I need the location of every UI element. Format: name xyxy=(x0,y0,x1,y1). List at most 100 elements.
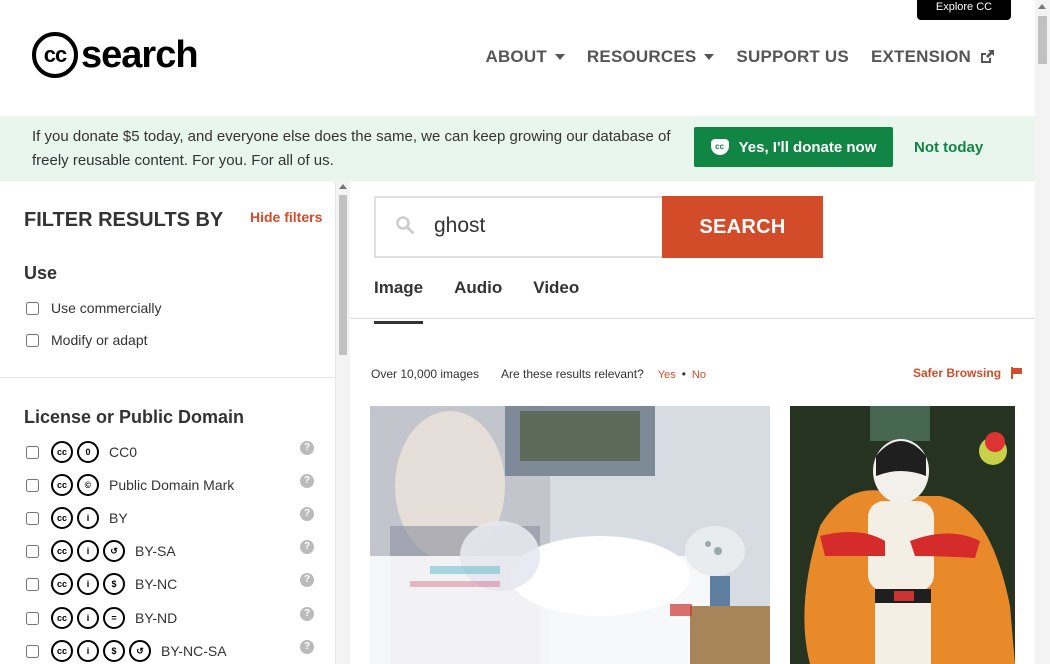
cc-icon: cc xyxy=(51,640,73,662)
checkbox[interactable] xyxy=(26,478,39,492)
results-count: Over 10,000 images xyxy=(371,367,480,381)
license-section-title: License or Public Domain xyxy=(24,407,245,427)
section-divider xyxy=(0,377,336,378)
filter-license-cc0[interactable]: cc 0 CC0 xyxy=(24,441,137,463)
filter-use-commercially[interactable]: Use commercially xyxy=(24,300,161,316)
zero-icon: 0 xyxy=(77,441,99,463)
license-icons: cc i $ ↺ xyxy=(51,640,151,662)
external-link-icon xyxy=(981,50,994,63)
search-button[interactable]: SEARCH xyxy=(662,196,823,258)
checkbox[interactable] xyxy=(26,644,39,658)
checkbox[interactable] xyxy=(26,544,39,558)
attribution-icon: i xyxy=(77,640,99,662)
license-icons: cc i = xyxy=(51,607,125,629)
filter-label: BY xyxy=(109,510,128,526)
nav-about[interactable]: ABOUT xyxy=(485,47,565,67)
relevance-separator: • xyxy=(681,367,686,381)
hide-filters-link[interactable]: Hide filters xyxy=(250,209,322,225)
no-derivatives-icon: = xyxy=(103,607,125,629)
use-section-title: Use xyxy=(24,263,58,283)
filter-modify-adapt[interactable]: Modify or adapt xyxy=(24,332,148,348)
main-nav: ABOUT RESOURCES SUPPORT US EXTENSION xyxy=(485,47,995,67)
nav-support-us-label: SUPPORT US xyxy=(736,47,849,66)
license-icons: cc i xyxy=(51,507,99,529)
nav-extension[interactable]: EXTENSION xyxy=(871,47,995,67)
checkbox[interactable] xyxy=(26,445,39,459)
scroll-up-arrow-icon[interactable] xyxy=(339,184,347,189)
search-icon xyxy=(396,216,414,234)
help-icon[interactable]: ? xyxy=(300,540,314,554)
filter-license-by-nd[interactable]: cc i = BY-ND xyxy=(24,607,177,629)
filter-license-by-nc-sa[interactable]: cc i $ ↺ BY-NC-SA xyxy=(24,640,227,662)
share-alike-icon: ↺ xyxy=(103,540,125,562)
checkbox[interactable] xyxy=(26,301,39,315)
result-image[interactable] xyxy=(790,406,1015,664)
help-icon[interactable]: ? xyxy=(300,474,314,488)
heart-icon: cc xyxy=(710,139,729,155)
relevance-yes-link[interactable]: Yes xyxy=(658,369,676,381)
donate-button-label: Yes, I'll donate now xyxy=(738,138,877,156)
nav-resources-label: RESOURCES xyxy=(586,47,697,66)
filter-license-pdm[interactable]: cc © Public Domain Mark xyxy=(24,474,234,496)
help-icon[interactable]: ? xyxy=(300,640,314,654)
nav-about-label: ABOUT xyxy=(485,47,547,66)
filter-license-by-sa[interactable]: cc i ↺ BY-SA xyxy=(24,540,176,562)
attribution-icon: i xyxy=(77,573,99,595)
license-icons: cc 0 xyxy=(51,441,99,463)
share-alike-icon: ↺ xyxy=(129,640,151,662)
result-image-ghost-photo xyxy=(370,406,770,664)
filter-title: FILTER RESULTS BY xyxy=(24,209,224,231)
filter-label: Use commercially xyxy=(51,300,162,316)
search-input[interactable]: ghost xyxy=(374,196,662,258)
caret-down-icon xyxy=(554,54,565,60)
donate-button[interactable]: cc Yes, I'll donate now xyxy=(694,127,893,167)
explore-cc-button[interactable]: Explore CC xyxy=(917,0,1011,20)
logo-cc-mark: cc xyxy=(32,32,78,78)
nav-extension-label: EXTENSION xyxy=(870,47,971,66)
nav-resources[interactable]: RESOURCES xyxy=(587,47,715,67)
license-icons: cc i $ xyxy=(51,573,125,595)
relevance-prompt: Are these results relevant? Yes • No xyxy=(501,367,706,381)
license-icons: cc i ↺ xyxy=(51,540,125,562)
safer-browsing-link[interactable]: Safer Browsing xyxy=(913,366,1023,380)
page-scrollbar-thumb[interactable] xyxy=(1038,16,1047,64)
sidebar-scrollbar[interactable] xyxy=(336,181,350,664)
public-domain-icon: © xyxy=(77,474,99,496)
checkbox[interactable] xyxy=(26,577,39,591)
cc-search-logo[interactable]: cc search xyxy=(32,32,199,78)
help-icon[interactable]: ? xyxy=(300,573,314,587)
result-image-superhero-figure xyxy=(790,406,1015,664)
not-today-link[interactable]: Not today xyxy=(914,139,983,156)
cc-icon: cc xyxy=(51,474,73,496)
checkbox[interactable] xyxy=(26,611,39,625)
result-image[interactable] xyxy=(370,406,770,664)
cc-icon: cc xyxy=(51,507,73,529)
noncommercial-icon: $ xyxy=(103,640,125,662)
checkbox[interactable] xyxy=(26,511,39,525)
filter-license-by[interactable]: cc i BY xyxy=(24,507,128,529)
license-icons: cc © xyxy=(51,474,99,496)
help-icon[interactable]: ? xyxy=(300,507,314,521)
checkbox[interactable] xyxy=(26,333,39,347)
relevance-no-link[interactable]: No xyxy=(692,369,706,381)
filter-label: CC0 xyxy=(109,444,138,460)
logo-text: search xyxy=(81,34,199,76)
noncommercial-icon: $ xyxy=(103,573,125,595)
filter-label: BY-NC xyxy=(135,576,178,592)
filter-label: BY-SA xyxy=(135,543,176,559)
sidebar-scrollbar-thumb[interactable] xyxy=(339,195,347,355)
cc-icon: cc xyxy=(51,441,73,463)
caret-down-icon xyxy=(704,54,715,60)
help-icon[interactable]: ? xyxy=(300,441,314,455)
filter-license-by-nc[interactable]: cc i $ BY-NC xyxy=(24,573,177,595)
help-icon[interactable]: ? xyxy=(300,607,314,621)
cc-icon: cc xyxy=(51,573,73,595)
donate-banner: If you donate $5 today, and everyone els… xyxy=(0,116,1035,181)
page: cc search ABOUT RESOURCES SUPPORT US EXT… xyxy=(0,0,1050,664)
tabs-divider xyxy=(350,318,1035,319)
nav-support-us[interactable]: SUPPORT US xyxy=(736,47,849,67)
filter-label: BY-ND xyxy=(135,610,178,626)
header: cc search ABOUT RESOURCES SUPPORT US EXT… xyxy=(0,0,1035,116)
page-scrollbar[interactable] xyxy=(1035,0,1050,664)
scroll-up-arrow-icon[interactable] xyxy=(1038,4,1046,9)
